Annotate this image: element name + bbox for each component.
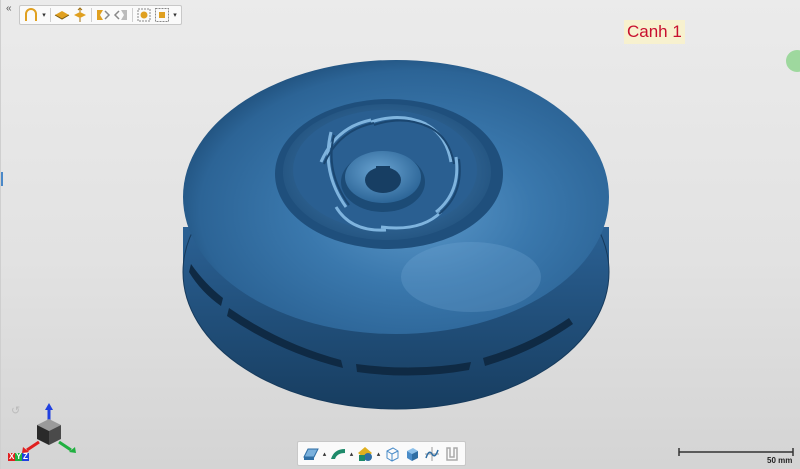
section-plane-icon[interactable] [53, 6, 71, 24]
impeller-bore [365, 167, 401, 193]
wireframe-box-icon[interactable] [382, 443, 402, 465]
toolbar-divider [132, 8, 133, 22]
shell-view-icon[interactable] [22, 6, 40, 24]
toolbar-divider [50, 8, 51, 22]
3d-viewport[interactable]: « ▾ ▾ Canh 1 ↺ X Y Z ▴ ▴ ▴ 50 mm [0, 0, 800, 469]
fit-view-icon[interactable] [135, 6, 153, 24]
mirror-right-icon[interactable] [112, 6, 130, 24]
section-plane-flip-icon[interactable] [71, 6, 89, 24]
chevron-down-icon[interactable]: ▾ [40, 6, 48, 24]
chevron-down-icon[interactable]: ▾ [171, 6, 179, 24]
display-toolbar: ▴ ▴ ▴ [297, 441, 466, 466]
mirror-left-icon[interactable] [94, 6, 112, 24]
scale-label: 50 mm [767, 456, 793, 465]
chevron-up-icon[interactable]: ▴ [321, 443, 328, 465]
zoom-box-icon[interactable] [153, 6, 171, 24]
model-title-label: Canh 1 [624, 20, 685, 44]
material-icon[interactable] [355, 443, 375, 465]
cross-section-icon[interactable] [442, 443, 462, 465]
panel-toggle-handle[interactable] [786, 50, 800, 72]
surface-color-icon[interactable] [328, 443, 348, 465]
impeller-3d-model[interactable] [171, 32, 621, 417]
chevron-up-icon[interactable]: ▴ [348, 443, 355, 465]
axis-z-label: Z [22, 452, 29, 461]
panel-edge-marker [1, 172, 3, 186]
double-chevron-left-icon[interactable]: « [6, 4, 12, 14]
shaded-box-icon[interactable] [402, 443, 422, 465]
section-curve-icon[interactable] [422, 443, 442, 465]
view-toolbar: ▾ ▾ [19, 5, 182, 25]
toolbar-divider [91, 8, 92, 22]
chevron-up-icon[interactable]: ▴ [375, 443, 382, 465]
render-mode-icon[interactable] [301, 443, 321, 465]
